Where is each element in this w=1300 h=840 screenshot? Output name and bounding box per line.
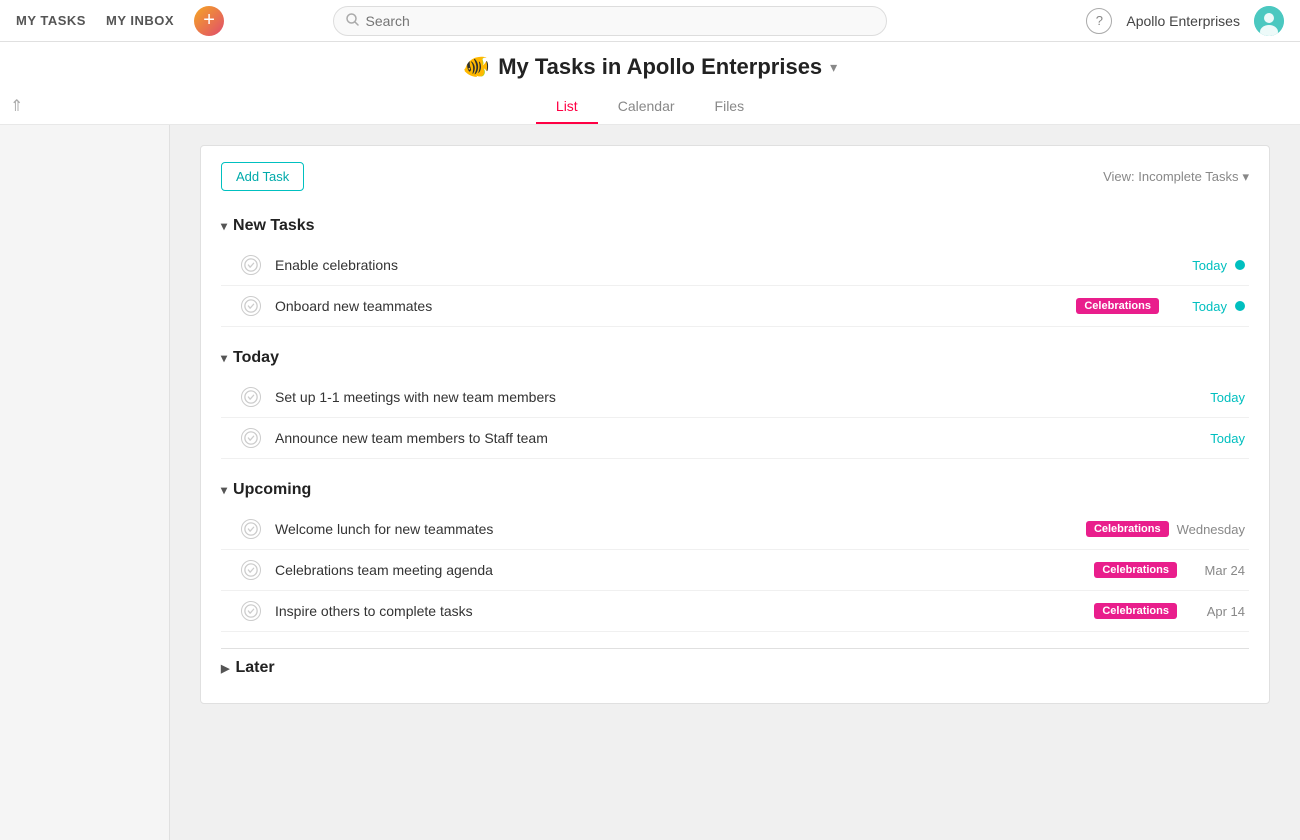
task-row[interactable]: Announce new team members to Staff team … [221, 418, 1249, 459]
section-chevron-upcoming-icon: ▾ [221, 483, 227, 497]
task-meta: Today [1185, 431, 1249, 446]
org-name-label: Apollo Enterprises [1126, 13, 1240, 29]
task-row[interactable]: Inspire others to complete tasks Celebra… [221, 591, 1249, 632]
tab-list[interactable]: List [536, 90, 598, 124]
page-title: My Tasks in Apollo Enterprises [498, 54, 822, 80]
task-meta: Celebrations Mar 24 [1094, 562, 1249, 578]
task-meta: Celebrations Today [1076, 298, 1249, 314]
task-meta: Celebrations Wednesday [1086, 521, 1249, 537]
task-row[interactable]: Welcome lunch for new teammates Celebrat… [221, 509, 1249, 550]
view-selector[interactable]: View: Incomplete Tasks ▾ [1103, 169, 1249, 185]
task-row[interactable]: Enable celebrations Today [221, 245, 1249, 286]
page-header: 🐠 My Tasks in Apollo Enterprises ▾ List … [0, 42, 1300, 125]
section-header-today[interactable]: ▾ Today [221, 343, 1249, 373]
section-title-upcoming: Upcoming [233, 481, 311, 499]
task-meta: Celebrations Apr 14 [1094, 603, 1249, 619]
task-dot [1235, 301, 1245, 311]
tab-files[interactable]: Files [695, 90, 765, 124]
section-header-upcoming[interactable]: ▾ Upcoming [221, 475, 1249, 505]
content-area: Add Task View: Incomplete Tasks ▾ ▾ New … [170, 125, 1300, 840]
task-date: Today [1185, 390, 1245, 405]
view-selector-label: View: Incomplete Tasks [1103, 169, 1238, 184]
task-checkbox[interactable] [241, 428, 261, 448]
task-name: Announce new team members to Staff team [275, 430, 1185, 446]
task-list-upcoming: Welcome lunch for new teammates Celebrat… [221, 509, 1249, 632]
task-tag: Celebrations [1094, 562, 1177, 578]
top-nav: MY TASKS MY INBOX + ? Apollo Enterprises [0, 0, 1300, 42]
task-container: Add Task View: Incomplete Tasks ▾ ▾ New … [200, 145, 1270, 704]
task-name: Enable celebrations [275, 257, 1167, 273]
tabs: List Calendar Files [0, 90, 1300, 124]
search-input[interactable] [365, 13, 874, 29]
avatar[interactable] [1254, 6, 1284, 36]
page-title-row: 🐠 My Tasks in Apollo Enterprises ▾ [0, 54, 1300, 80]
task-checkbox[interactable] [241, 387, 261, 407]
task-dot [1235, 260, 1245, 270]
section-header-later[interactable]: ▶ Later [221, 649, 1249, 687]
task-checkbox[interactable] [241, 601, 261, 621]
section-title-today: Today [233, 349, 279, 367]
task-row[interactable]: Celebrations team meeting agenda Celebra… [221, 550, 1249, 591]
task-tag: Celebrations [1076, 298, 1159, 314]
add-task-button[interactable]: Add Task [221, 162, 304, 191]
task-date: Wednesday [1177, 522, 1245, 537]
add-button[interactable]: + [194, 6, 224, 36]
task-date: Today [1167, 299, 1227, 314]
task-meta: Today [1167, 258, 1249, 273]
task-date: Apr 14 [1185, 604, 1245, 619]
sidebar: ⇑ [0, 125, 170, 840]
task-checkbox[interactable] [241, 255, 261, 275]
section-chevron-later-icon: ▶ [221, 662, 229, 675]
task-tag: Celebrations [1094, 603, 1177, 619]
view-selector-chevron-icon: ▾ [1242, 169, 1249, 185]
page-title-chevron-icon[interactable]: ▾ [830, 59, 837, 76]
task-date: Today [1167, 258, 1227, 273]
task-date: Today [1185, 431, 1245, 446]
task-name: Welcome lunch for new teammates [275, 521, 1086, 537]
toolbar: Add Task View: Incomplete Tasks ▾ [221, 162, 1249, 191]
search-icon [346, 13, 359, 29]
task-name: Set up 1-1 meetings with new team member… [275, 389, 1185, 405]
task-checkbox[interactable] [241, 519, 261, 539]
task-tag: Celebrations [1086, 521, 1169, 537]
help-button[interactable]: ? [1086, 8, 1112, 34]
page-title-icon: 🐠 [463, 54, 490, 80]
task-name: Inspire others to complete tasks [275, 603, 1094, 619]
section-title-new-tasks: New Tasks [233, 217, 315, 235]
task-row[interactable]: Onboard new teammates Celebrations Today [221, 286, 1249, 327]
task-date: Mar 24 [1185, 563, 1245, 578]
my-inbox-nav[interactable]: MY INBOX [106, 13, 174, 28]
section-header-new-tasks[interactable]: ▾ New Tasks [221, 211, 1249, 241]
my-tasks-nav[interactable]: MY TASKS [16, 13, 86, 28]
sidebar-toggle[interactable]: ⇑ [10, 96, 23, 116]
task-list-today: Set up 1-1 meetings with new team member… [221, 377, 1249, 459]
task-checkbox[interactable] [241, 296, 261, 316]
task-checkbox[interactable] [241, 560, 261, 580]
search-bar[interactable] [333, 6, 887, 36]
task-meta: Today [1185, 390, 1249, 405]
tab-calendar[interactable]: Calendar [598, 90, 695, 124]
main-area: ⇑ Add Task View: Incomplete Tasks ▾ ▾ Ne… [0, 125, 1300, 840]
task-row[interactable]: Set up 1-1 meetings with new team member… [221, 377, 1249, 418]
task-name: Celebrations team meeting agenda [275, 562, 1094, 578]
nav-left: MY TASKS MY INBOX + [16, 6, 224, 36]
nav-right: ? Apollo Enterprises [1086, 6, 1284, 36]
task-name: Onboard new teammates [275, 298, 1076, 314]
section-chevron-new-tasks-icon: ▾ [221, 219, 227, 233]
section-chevron-today-icon: ▾ [221, 351, 227, 365]
section-title-later: Later [235, 659, 274, 677]
task-list-new-tasks: Enable celebrations Today Onboard new te… [221, 245, 1249, 327]
